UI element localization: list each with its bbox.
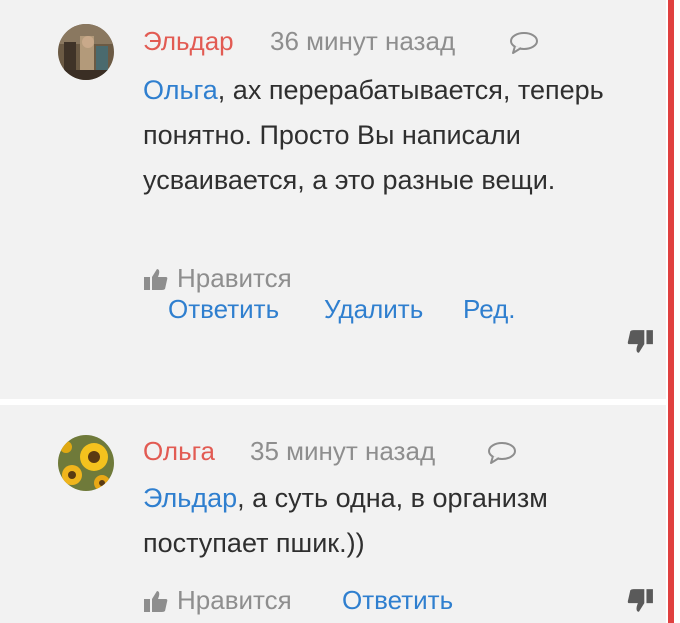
thread-indicator xyxy=(666,0,680,623)
mention-link[interactable]: Ольга xyxy=(143,75,218,105)
thumbs-up-icon xyxy=(144,268,168,290)
comment-text: Эльдар, а суть одна, в организм поступае… xyxy=(143,476,623,566)
reply-button[interactable]: Ответить xyxy=(168,294,279,325)
comment-card: Эльдар 36 минут назад Ольга, ах перераба… xyxy=(0,0,666,399)
edit-button[interactable]: Ред. xyxy=(463,294,515,325)
like-label: Нравится xyxy=(177,585,292,615)
comment-text: Ольга, ах перерабатывается, теперь понят… xyxy=(143,68,613,203)
like-button[interactable]: Нравится xyxy=(143,585,292,616)
like-button[interactable]: Нравится xyxy=(143,263,292,294)
comment-author[interactable]: Ольга xyxy=(143,436,215,467)
speech-bubble-icon[interactable] xyxy=(487,441,517,470)
comment-time: 35 минут назад xyxy=(250,436,436,466)
speech-bubble-icon[interactable] xyxy=(509,31,539,60)
thumbs-down-icon[interactable] xyxy=(626,587,654,620)
reply-button[interactable]: Ответить xyxy=(342,585,453,616)
comment-card: Ольга 35 минут назад Эльдар, а суть одна… xyxy=(0,405,666,623)
delete-button[interactable]: Удалить xyxy=(324,294,423,325)
comment-author[interactable]: Эльдар xyxy=(143,26,234,57)
avatar[interactable] xyxy=(58,24,114,80)
thumbs-down-icon[interactable] xyxy=(626,328,654,361)
mention-link[interactable]: Эльдар xyxy=(143,483,237,513)
avatar[interactable] xyxy=(58,435,114,491)
accent-line xyxy=(668,0,674,623)
comment-time: 36 минут назад xyxy=(270,26,456,56)
like-label: Нравится xyxy=(177,263,292,293)
thumbs-up-icon xyxy=(144,590,168,612)
